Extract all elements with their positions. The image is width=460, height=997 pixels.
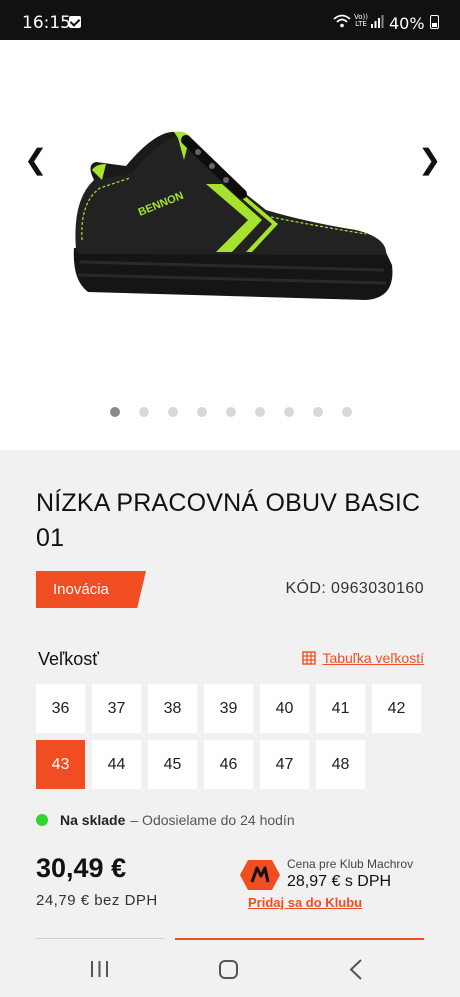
signal-icon: [371, 15, 384, 28]
system-navigation-bar: [0, 947, 460, 997]
product-gallery: ❮ BENNON ❯: [0, 40, 460, 450]
divider: [36, 938, 164, 939]
size-label: Veľkosť: [38, 649, 100, 669]
status-bar: 16:15 Vo)) LTE 40%: [0, 0, 460, 40]
pagination-dot[interactable]: [110, 407, 120, 417]
home-icon[interactable]: [219, 960, 238, 979]
stock-status-label: Na sklade: [60, 812, 126, 828]
pagination-dot[interactable]: [197, 407, 207, 417]
in-stock-indicator: [36, 814, 48, 826]
back-icon[interactable]: [349, 959, 363, 980]
size-option-47[interactable]: 47: [260, 740, 309, 789]
recent-apps-icon[interactable]: [90, 960, 109, 978]
product-image: BENNON: [73, 131, 393, 300]
size-option-45[interactable]: 45: [148, 740, 197, 789]
size-option-41[interactable]: 41: [316, 684, 365, 733]
pagination-dot[interactable]: [168, 407, 178, 417]
pagination-dot[interactable]: [226, 407, 236, 417]
pagination-dot[interactable]: [255, 407, 265, 417]
pagination-dot[interactable]: [139, 407, 149, 417]
previous-image-button[interactable]: ❮: [24, 143, 47, 176]
size-option-46[interactable]: 46: [204, 740, 253, 789]
product-price: 30,49 €: [36, 853, 127, 883]
size-option-36[interactable]: 36: [36, 684, 85, 733]
shipping-note: – Odosielame do 24 hodín: [130, 812, 295, 828]
stock-status: Na sklade – Odosielame do 24 hodín: [36, 812, 295, 828]
check-square-icon: [69, 16, 81, 28]
battery-percent: 40%: [389, 14, 425, 33]
grid-table-icon: [302, 651, 317, 665]
product-code: KÓD: 0963030160: [285, 580, 424, 597]
wifi-icon: [333, 14, 351, 28]
size-table-label: Tabuľka veľkostí: [322, 650, 424, 666]
size-option-38[interactable]: 38: [148, 684, 197, 733]
battery-icon: [430, 15, 439, 29]
club-price: 28,97 € s DPH: [287, 873, 392, 890]
pagination-dot[interactable]: [342, 407, 352, 417]
size-option-44[interactable]: 44: [92, 740, 141, 789]
product-info: NÍZKA PRACOVNÁ OBUV BASIC 01 Inovácia KÓ…: [0, 450, 460, 947]
club-price-label: Cena pre Klub Machrov: [287, 857, 414, 871]
next-image-button[interactable]: ❯: [418, 143, 441, 176]
pagination-dot[interactable]: [313, 407, 323, 417]
size-option-48[interactable]: 48: [316, 740, 365, 789]
status-time: 16:15: [22, 13, 71, 33]
size-option-37[interactable]: 37: [92, 684, 141, 733]
gallery-pagination: [110, 407, 352, 417]
innovation-badge: Inovácia: [36, 571, 146, 608]
price-without-vat: 24,79 € bez DPH: [36, 892, 158, 909]
size-option-42[interactable]: 42: [372, 684, 421, 733]
size-option-40[interactable]: 40: [260, 684, 309, 733]
size-option-43[interactable]: 43: [36, 740, 85, 789]
size-table-link[interactable]: Tabuľka veľkostí: [302, 650, 424, 666]
volte-indicator: Vo)) LTE: [354, 13, 368, 28]
product-title: NÍZKA PRACOVNÁ OBUV BASIC 01: [36, 489, 421, 552]
size-option-39[interactable]: 39: [204, 684, 253, 733]
join-club-link[interactable]: Pridaj sa do Klubu: [248, 895, 362, 910]
size-selector: 36 37 38 39 40 41 42 43 44 45 46 47 48: [36, 684, 424, 789]
add-to-cart-edge: [175, 938, 424, 940]
machrov-logo-icon: [240, 860, 280, 890]
pagination-dot[interactable]: [284, 407, 294, 417]
